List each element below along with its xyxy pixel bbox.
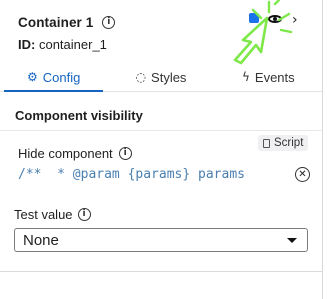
hide-component-label-row: Hide component i — [18, 146, 132, 161]
id-value: container_1 — [38, 37, 107, 52]
script-button-label: Script — [274, 137, 304, 149]
component-id: ID: container_1 — [18, 37, 107, 52]
info-icon[interactable]: i — [102, 16, 116, 29]
info-icon[interactable]: i — [77, 208, 91, 221]
bottom-divider — [0, 271, 322, 272]
test-value-label: Test value — [14, 207, 73, 222]
lightning-icon: ϟ — [241, 70, 250, 84]
section-divider — [0, 130, 322, 131]
clear-icon[interactable]: ✕ — [295, 167, 310, 182]
document-icon — [263, 138, 270, 148]
tab-config[interactable]: ⚙ Config — [0, 63, 107, 92]
cursor-highlight-icon — [233, 0, 293, 65]
tab-events[interactable]: ϟ Events — [215, 63, 322, 91]
palette-icon: ◌ — [135, 70, 147, 84]
test-value-selected: None — [23, 231, 59, 249]
section-title: Component visibility — [15, 108, 143, 123]
tab-styles-label: Styles — [151, 69, 187, 85]
tab-events-label: Events — [254, 69, 295, 85]
tab-bar: ⚙ Config ◌ Styles ϟ Events — [0, 63, 322, 92]
caret-down-icon — [287, 238, 297, 243]
id-label: ID: — [18, 37, 36, 52]
test-value-select[interactable]: None — [14, 228, 308, 252]
component-title-row: Container 1 i — [18, 15, 116, 30]
gear-icon: ⚙ — [26, 70, 38, 84]
info-icon[interactable]: i — [118, 147, 132, 160]
component-title: Container 1 — [18, 15, 94, 30]
hide-component-code-input[interactable]: /** * @param {params} params — [18, 165, 308, 185]
test-value-label-row: Test value i — [14, 207, 91, 222]
hide-component-label: Hide component — [18, 146, 113, 161]
script-button[interactable]: Script — [258, 135, 309, 151]
properties-panel: Container 1 i ID: container_1 › ⚙ Config… — [0, 0, 323, 299]
tab-styles[interactable]: ◌ Styles — [107, 63, 214, 91]
tab-config-label: Config — [42, 69, 81, 85]
